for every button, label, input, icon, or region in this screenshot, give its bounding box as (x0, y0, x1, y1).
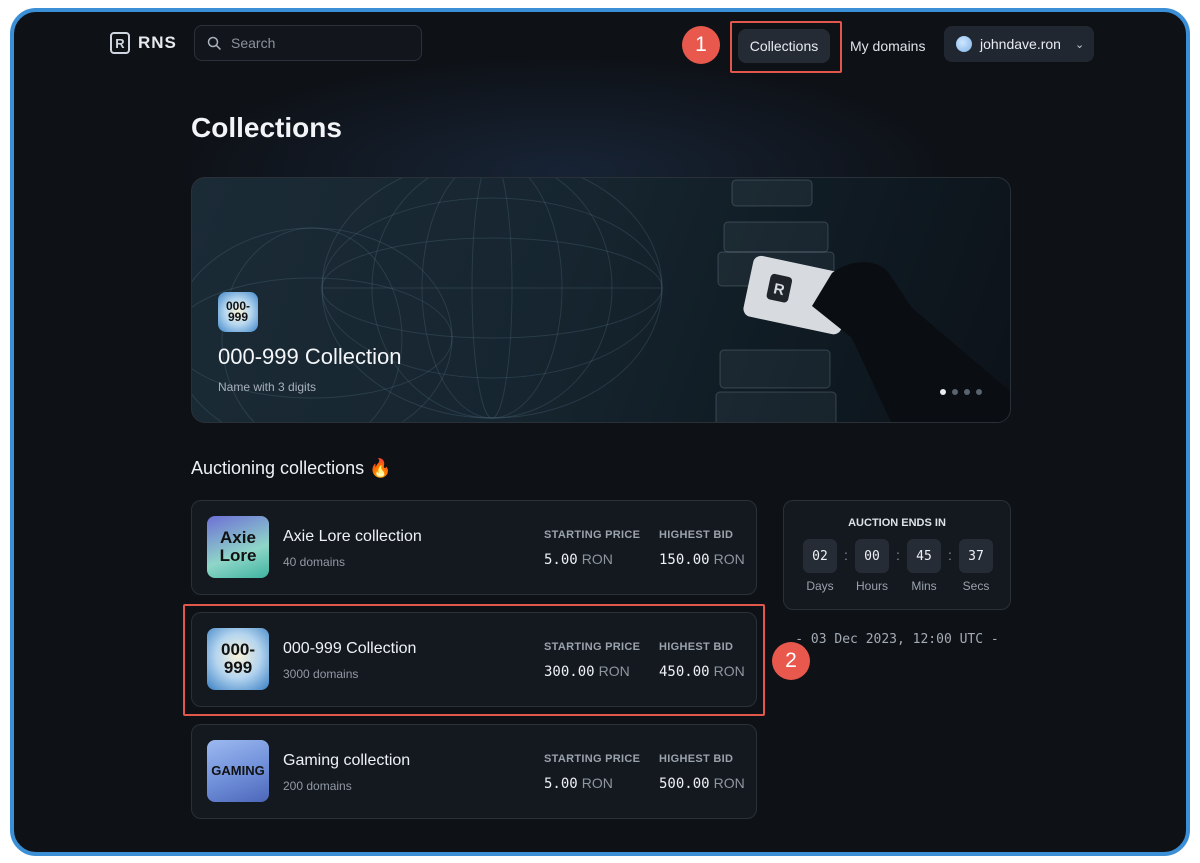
countdown-secs: 37 (959, 539, 993, 573)
search-box[interactable] (194, 25, 422, 61)
countdown-days: 02 (803, 539, 837, 573)
auction-end-date: - 03 Dec 2023, 12:00 UTC - (795, 632, 999, 647)
collection-name: Axie Lore collection (283, 528, 422, 545)
annotation-badge-2: 2 (772, 642, 810, 680)
carousel-dot-3[interactable] (964, 389, 970, 395)
countdown-title: AUCTION ENDS IN (848, 517, 946, 529)
annotation-badge-1: 1 (682, 26, 720, 64)
starting-price-value: 5.00 RON (544, 551, 613, 568)
starting-price-value: 300.00 RON (544, 663, 630, 680)
banner-subtitle: Name with 3 digits (218, 380, 317, 394)
featured-collection-banner[interactable]: R 000- 999 000-999 Collection Name with 3… (191, 177, 1011, 423)
collection-thumbnail: 000- 999 (207, 628, 269, 690)
rns-logo[interactable]: R RNS (110, 32, 177, 54)
highest-bid-value: 500.00 RON (659, 775, 745, 792)
starting-price-label: STARTING PRICE (544, 529, 641, 541)
starting-price-value: 5.00 RON (544, 775, 613, 792)
rns-logo-icon: R (110, 32, 130, 54)
collection-domain-count: 3000 domains (283, 667, 359, 681)
collection-card-axie-lore[interactable]: Axie Lore Axie Lore collection 40 domains… (191, 500, 757, 595)
starting-price-label: STARTING PRICE (544, 641, 641, 653)
user-account-button[interactable]: johndave.ron ⌄ (944, 26, 1094, 62)
countdown-secs-label: Secs (962, 579, 990, 593)
highest-bid-label: HIGHEST BID (659, 529, 734, 541)
auction-countdown: AUCTION ENDS IN 02 : 00 : 45 : 37 Days H… (783, 500, 1011, 610)
countdown-separator: : (948, 547, 952, 563)
carousel-dots[interactable] (940, 389, 982, 395)
search-icon (207, 36, 221, 50)
starting-price-label: STARTING PRICE (544, 753, 641, 765)
carousel-dot-2[interactable] (952, 389, 958, 395)
highest-bid-value: 150.00 RON (659, 551, 745, 568)
collection-domain-count: 40 domains (283, 555, 346, 569)
auctioning-collections-heading: Auctioning collections 🔥 (191, 458, 392, 478)
collection-card-gaming[interactable]: GAMING Gaming collection 200 domains STA… (191, 724, 757, 819)
countdown-hours: 00 (855, 539, 889, 573)
carousel-dot-4[interactable] (976, 389, 982, 395)
highest-bid-label: HIGHEST BID (659, 753, 734, 765)
page-title: Collections (191, 112, 342, 143)
highest-bid-label: HIGHEST BID (659, 641, 734, 653)
carousel-dot-1[interactable] (940, 389, 946, 395)
countdown-days-label: Days (806, 579, 834, 593)
banner-collection-icon: 000- 999 (218, 292, 258, 332)
collection-domain-count: 200 domains (283, 779, 352, 793)
collection-thumbnail: GAMING (207, 740, 269, 802)
countdown-separator: : (896, 547, 900, 563)
rns-logo-text: RNS (138, 33, 177, 52)
user-name: johndave.ron (980, 36, 1061, 52)
collection-card-000-999[interactable]: 000- 999 000-999 Collection 3000 domains … (191, 612, 757, 707)
countdown-hours-label: Hours (855, 579, 888, 593)
collection-name: Gaming collection (283, 752, 411, 769)
collection-thumbnail: Axie Lore (207, 516, 269, 578)
app-window: R RNS 1 Collections My domains johndave.… (10, 8, 1190, 856)
nav-my-domains-link[interactable]: My domains (842, 29, 933, 63)
collection-name: 000-999 Collection (283, 640, 417, 657)
avatar (956, 36, 972, 52)
countdown-mins: 45 (907, 539, 941, 573)
nav-collections-link[interactable]: Collections (738, 29, 830, 63)
chevron-down-icon: ⌄ (1074, 38, 1085, 51)
countdown-mins-label: Mins (911, 579, 937, 593)
search-input[interactable] (229, 34, 413, 52)
countdown-separator: : (844, 547, 848, 563)
banner-title: 000-999 Collection (218, 344, 402, 369)
highest-bid-value: 450.00 RON (659, 663, 745, 680)
